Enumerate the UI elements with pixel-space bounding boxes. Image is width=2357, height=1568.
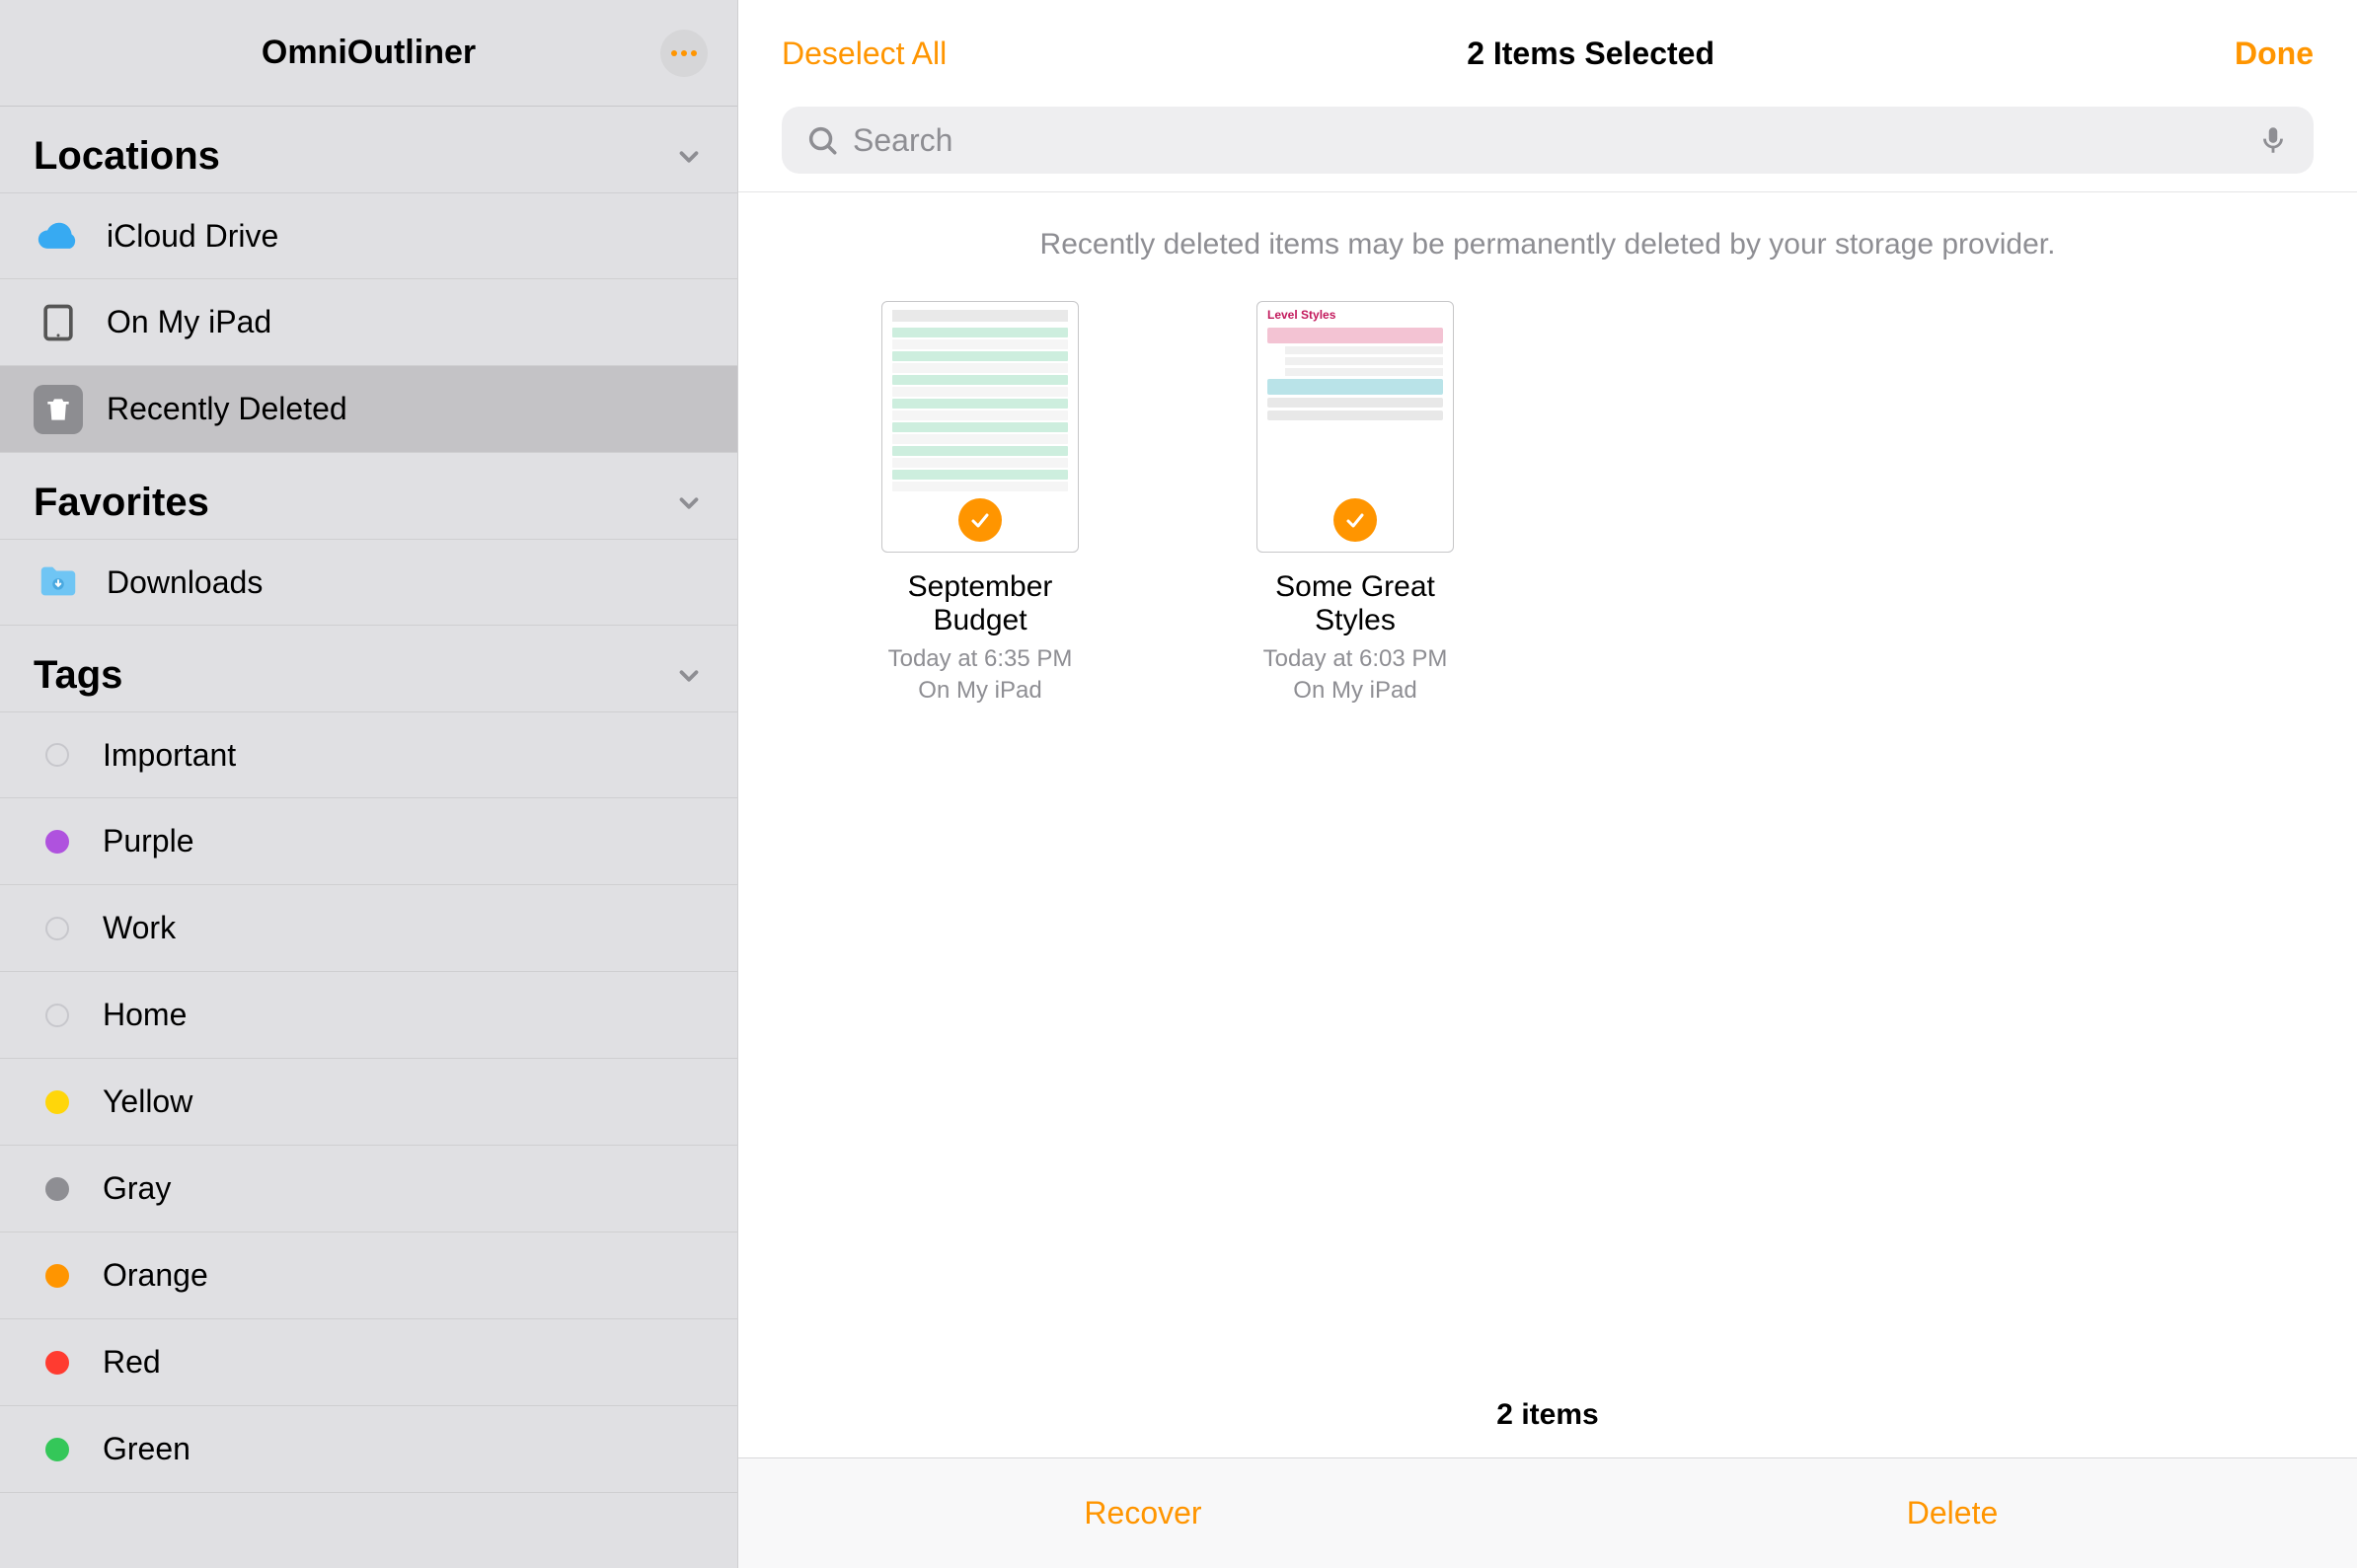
tag-work[interactable]: Work [0, 885, 737, 972]
document-item[interactable]: Level Styles Some Great Styles Today at … [1232, 301, 1479, 708]
section-header-tags[interactable]: Tags [0, 626, 737, 711]
sidebar-item-label: Downloads [107, 564, 263, 601]
trash-icon [34, 385, 83, 434]
item-count: 2 items [738, 1373, 2357, 1457]
tag-dot-icon [45, 1264, 69, 1288]
favorites-group: Downloads [0, 539, 737, 626]
document-time: Today at 6:03 PM [1263, 645, 1448, 672]
locations-group: iCloud Drive On My iPad Recently Deleted [0, 192, 737, 453]
document-time: Today at 6:35 PM [888, 645, 1073, 672]
document-meta: Today at 6:03 PM On My iPad [1263, 643, 1448, 708]
tag-yellow[interactable]: Yellow [0, 1059, 737, 1146]
section-header-favorites[interactable]: Favorites [0, 453, 737, 539]
tag-orange[interactable]: Orange [0, 1232, 737, 1319]
tag-red[interactable]: Red [0, 1319, 737, 1406]
bottom-toolbar: Recover Delete [738, 1457, 2357, 1568]
sidebar-item-downloads[interactable]: Downloads [0, 539, 737, 626]
tag-dot-icon [45, 743, 69, 767]
ellipsis-icon [671, 50, 697, 56]
tag-dot-icon [45, 1438, 69, 1461]
document-thumbnail [881, 301, 1079, 553]
sidebar-content: Locations iCloud Drive On My iPad [0, 107, 737, 1568]
chevron-down-icon [674, 142, 704, 172]
sidebar-item-label: Green [103, 1431, 190, 1467]
folder-icon [34, 558, 83, 607]
documents-grid: September Budget Today at 6:35 PM On My … [738, 301, 2357, 708]
document-location: On My iPad [1293, 677, 1416, 704]
section-title: Tags [34, 653, 122, 698]
sidebar-item-recently-deleted[interactable]: Recently Deleted [0, 366, 737, 453]
selected-check-icon [958, 498, 1002, 542]
main-header: Deselect All 2 Items Selected Done [738, 0, 2357, 107]
more-button[interactable] [660, 30, 708, 77]
page-title: 2 Items Selected [1467, 36, 1714, 72]
tags-group: Important Purple Work Home Yellow Gray [0, 711, 737, 1493]
sidebar-item-label: Home [103, 997, 187, 1033]
sidebar-item-label: On My iPad [107, 304, 271, 340]
recover-button[interactable]: Recover [738, 1458, 1548, 1568]
sidebar-item-label: Orange [103, 1257, 208, 1294]
document-item[interactable]: September Budget Today at 6:35 PM On My … [857, 301, 1103, 708]
sidebar-item-label: Important [103, 737, 236, 774]
selected-check-icon [1333, 498, 1377, 542]
done-button[interactable]: Done [2235, 36, 2314, 72]
main-content: Deselect All 2 Items Selected Done Recen… [738, 0, 2357, 1568]
tag-dot-icon [45, 1177, 69, 1201]
thumb-title: Level Styles [1257, 302, 1453, 325]
sidebar-item-label: Red [103, 1344, 161, 1381]
app-title: OmniOutliner [262, 34, 476, 72]
tag-green[interactable]: Green [0, 1406, 737, 1493]
document-meta: Today at 6:35 PM On My iPad [888, 643, 1073, 708]
sidebar-item-label: iCloud Drive [107, 218, 278, 255]
deselect-all-button[interactable]: Deselect All [782, 36, 947, 72]
sidebar-header: OmniOutliner [0, 0, 737, 107]
sidebar-item-label: Recently Deleted [107, 391, 347, 427]
document-thumbnail: Level Styles [1256, 301, 1454, 553]
document-location: On My iPad [918, 677, 1041, 704]
chevron-down-icon [674, 488, 704, 518]
sidebar-item-label: Gray [103, 1170, 171, 1207]
tag-important[interactable]: Important [0, 711, 737, 798]
section-title: Favorites [34, 481, 209, 525]
sidebar-item-icloud-drive[interactable]: iCloud Drive [0, 192, 737, 279]
sidebar-item-label: Yellow [103, 1083, 192, 1120]
tag-gray[interactable]: Gray [0, 1146, 737, 1232]
tag-purple[interactable]: Purple [0, 798, 737, 885]
document-name: Some Great Styles [1232, 570, 1479, 637]
section-title: Locations [34, 134, 220, 179]
sidebar-item-on-my-ipad[interactable]: On My iPad [0, 279, 737, 366]
search-field[interactable] [782, 107, 2314, 174]
microphone-icon[interactable] [2256, 123, 2290, 157]
search-bar-wrap [738, 107, 2357, 192]
tag-dot-icon [45, 830, 69, 854]
section-header-locations[interactable]: Locations [0, 107, 737, 192]
tag-home[interactable]: Home [0, 972, 737, 1059]
chevron-down-icon [674, 661, 704, 691]
tag-dot-icon [45, 917, 69, 940]
tag-dot-icon [45, 1004, 69, 1027]
info-notice: Recently deleted items may be permanentl… [738, 192, 2357, 301]
sidebar: OmniOutliner Locations iCloud Drive [0, 0, 738, 1568]
tag-dot-icon [45, 1351, 69, 1375]
ipad-icon [34, 298, 83, 347]
document-name: September Budget [857, 570, 1103, 637]
cloud-icon [34, 211, 83, 261]
delete-button[interactable]: Delete [1548, 1458, 2357, 1568]
sidebar-item-label: Purple [103, 823, 194, 859]
tag-dot-icon [45, 1090, 69, 1114]
sidebar-item-label: Work [103, 910, 176, 946]
search-icon [805, 123, 839, 157]
search-input[interactable] [853, 122, 2243, 159]
